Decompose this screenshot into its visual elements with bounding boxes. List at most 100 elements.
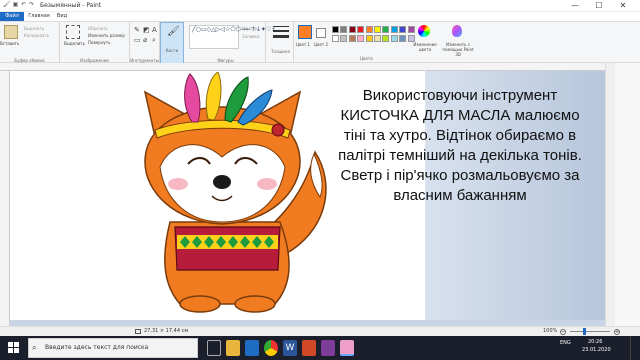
copy-button[interactable]: Копировать (24, 33, 49, 38)
fox-illustration (143, 72, 327, 313)
palette-swatch[interactable] (374, 35, 381, 42)
taskbar-search-input[interactable]: Введите здесь текст для поиска (28, 338, 198, 358)
chrome-icon[interactable] (264, 340, 278, 356)
resize-button[interactable]: Изменить размер (88, 33, 125, 38)
size-label: Толщина (271, 49, 290, 54)
edit-colors-icon[interactable] (418, 25, 430, 37)
color2-swatch[interactable] (316, 28, 326, 38)
color-picker-icon[interactable]: ⌀ (143, 36, 147, 44)
palette-swatch[interactable] (348, 26, 356, 33)
save-icon[interactable]: ▣ (12, 1, 19, 8)
select-icon[interactable] (66, 25, 80, 39)
ruler-vertical (0, 71, 10, 326)
tab-view[interactable]: Вид (54, 12, 70, 21)
palette-swatch[interactable] (348, 35, 356, 42)
paste-button[interactable]: Вставить (0, 41, 19, 46)
clock-time[interactable]: 20:26 (588, 339, 602, 345)
tab-file[interactable]: Файл (0, 12, 24, 21)
word-icon[interactable]: W (283, 340, 297, 356)
sweater-pattern (177, 235, 278, 249)
palette-swatch[interactable] (340, 26, 348, 33)
outline-button[interactable]: Контур (242, 26, 257, 31)
paint-taskbar-icon[interactable] (340, 340, 354, 356)
brushes-button[interactable]: 🖌 Кисти (160, 22, 184, 64)
crop-button[interactable]: Обрезать (88, 26, 108, 31)
close-button[interactable]: ✕ (614, 0, 632, 12)
size-line-2 (273, 30, 289, 32)
cut-button[interactable]: Вырезать (24, 26, 44, 31)
size-button[interactable]: Толщина (268, 22, 294, 64)
powerpoint-icon[interactable] (302, 340, 316, 356)
paint-app-icon: 🖌 (3, 1, 11, 8)
eraser-icon[interactable]: ▭ (134, 36, 141, 44)
windows-start-icon[interactable] (8, 342, 20, 354)
fill-button[interactable]: Заливка (242, 34, 259, 39)
colors-label: Цвета (360, 56, 373, 61)
file-explorer-icon[interactable] (226, 340, 240, 356)
palette-swatch[interactable] (407, 35, 415, 42)
text-icon[interactable]: A (152, 26, 157, 34)
zoom-in-icon[interactable]: + (614, 329, 620, 335)
ribbon: Вставить Вырезать Копировать Буфер обмен… (0, 21, 640, 64)
status-bar: 27,31 × 17,44 см 100% − + (0, 326, 640, 336)
right-margin (615, 63, 640, 326)
palette-swatch[interactable] (332, 26, 339, 33)
brush-icon: 🖌 (167, 26, 180, 37)
fox-nose (213, 175, 231, 189)
palette-swatch[interactable] (365, 35, 373, 42)
palette-swatch[interactable] (374, 26, 381, 33)
fox-paw-left (179, 295, 221, 313)
palette-swatch[interactable] (390, 35, 398, 42)
undo-icon[interactable]: ↶ (20, 1, 27, 8)
palette-swatch[interactable] (357, 35, 365, 42)
color2-label: Цвет 2 (314, 42, 329, 47)
palette-swatch[interactable] (365, 26, 373, 33)
palette-swatch[interactable] (382, 35, 390, 42)
zoom-slider-thumb[interactable] (583, 328, 586, 335)
zoom-level: 100% (543, 328, 558, 334)
paint3d-button[interactable]: Изменить с помощью Paint 3D (440, 42, 476, 57)
palette-swatch[interactable] (390, 26, 398, 33)
clipboard-group: Вставить Вырезать Копировать Буфер обмен… (0, 22, 60, 64)
edge-icon[interactable] (245, 340, 259, 356)
size-line-1 (273, 26, 289, 27)
rotate-button[interactable]: Повернуть (88, 40, 110, 45)
palette-swatch[interactable] (340, 35, 348, 42)
size-line-3 (273, 35, 289, 38)
palette-swatch[interactable] (357, 26, 365, 33)
show-desktop-button[interactable] (630, 336, 640, 360)
shapes-gallery[interactable]: ╱○▭◇△▷◁☆⬠⬡→←↑↓✦♡⚡ (189, 25, 276, 49)
palette-swatch[interactable] (407, 26, 415, 33)
task-view-icon[interactable] (207, 340, 221, 356)
redo-icon[interactable]: ↷ (28, 1, 35, 8)
vertical-scrollbar[interactable] (605, 63, 615, 326)
color1-swatch[interactable] (298, 25, 312, 39)
maximize-button[interactable]: ☐ (590, 0, 608, 12)
fox-paw-right (234, 295, 276, 313)
tab-home[interactable]: Главная (26, 12, 52, 21)
ruler-horizontal (0, 63, 605, 71)
paste-icon[interactable] (4, 25, 18, 39)
select-button[interactable]: Выделить (64, 41, 85, 46)
pencil-icon[interactable]: ✎ (134, 26, 140, 34)
paint3d-icon[interactable] (452, 25, 462, 37)
fox-cheek-left (168, 178, 188, 190)
language-indicator[interactable]: ENG (560, 340, 571, 346)
edit-colors-button[interactable]: Изменение цвета (412, 42, 438, 52)
palette-swatch[interactable] (332, 35, 339, 42)
image-group: Выделить Обрезать Изменить размер Поверн… (60, 22, 130, 64)
headband-bead (271, 123, 285, 137)
app-icon[interactable] (321, 340, 335, 356)
shapes-group: ╱○▭◇△▷◁☆⬠⬡→←↑↓✦♡⚡ Контур Заливка Фигуры (186, 22, 276, 64)
palette-swatch[interactable] (399, 35, 407, 42)
palette-swatch[interactable] (382, 26, 390, 33)
fill-icon[interactable]: ◩ (143, 26, 150, 34)
palette-swatch[interactable] (399, 26, 407, 33)
brushes-label: Кисти (165, 48, 179, 53)
minimize-button[interactable]: — (566, 0, 584, 12)
clock-date[interactable]: 23.01.2020 (582, 347, 611, 353)
zoom-slider[interactable] (570, 331, 610, 332)
color-palette (332, 26, 416, 46)
zoom-out-icon[interactable]: − (560, 329, 566, 335)
magnifier-icon[interactable]: ⌕ (152, 36, 156, 45)
